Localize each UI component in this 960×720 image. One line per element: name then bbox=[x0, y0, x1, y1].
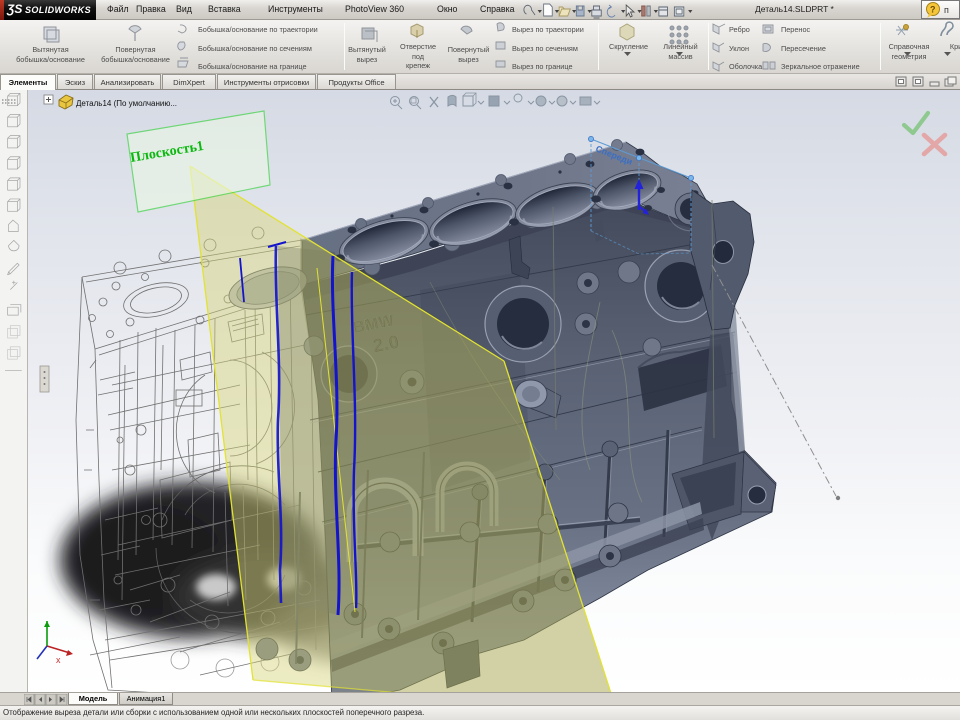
svg-text:п: п bbox=[944, 5, 949, 15]
svg-text:x: x bbox=[56, 655, 61, 665]
svg-text:Деталь14 (По умолчанию...: Деталь14 (По умолчанию... bbox=[76, 99, 177, 108]
svg-text:?: ? bbox=[930, 5, 936, 15]
